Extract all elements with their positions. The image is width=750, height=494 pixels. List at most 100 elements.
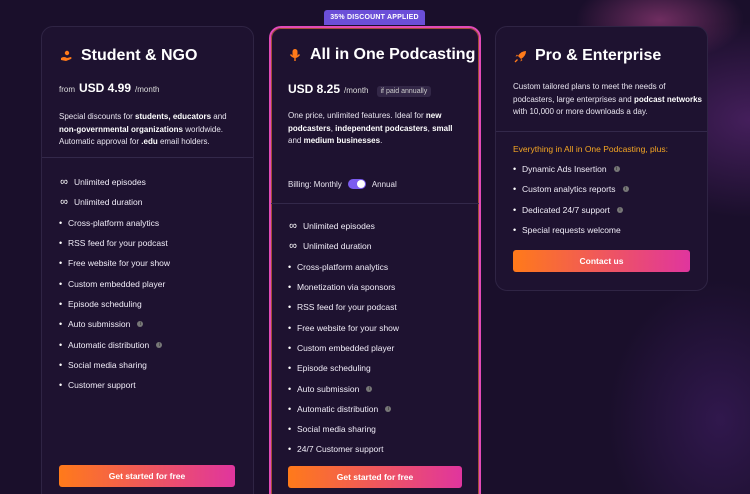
bullet-icon: • [288, 363, 292, 374]
feature-item: • Free website for your show [59, 253, 170, 273]
feature-item: • Automatic distribution i [288, 399, 399, 419]
feature-item: • Automatic distribution i [59, 334, 170, 354]
feature-label: Unlimited duration [303, 241, 372, 252]
plan-price: USD 8.25 /month if paid annually [288, 82, 432, 97]
feature-label: RSS feed for your podcast [297, 302, 397, 313]
feature-item: • Social media sharing [288, 419, 399, 439]
feature-label: Dedicated 24/7 support [522, 204, 610, 215]
feature-item: ∞ Unlimited duration [59, 192, 170, 212]
plan-card-student: Student & NGO from USD 4.99 /month Speci… [41, 26, 254, 494]
feature-item: • Dedicated 24/7 support i [513, 200, 629, 220]
price-period: /month [344, 86, 369, 95]
feature-label: Free website for your show [297, 322, 400, 333]
feature-label: Episode scheduling [68, 298, 142, 309]
bullet-icon: • [288, 282, 292, 293]
info-icon[interactable]: i [622, 186, 629, 193]
feature-list: ∞ Unlimited episodes ∞ Unlimited duration • C… [59, 172, 170, 395]
bullet-icon: • [59, 359, 63, 370]
feature-item: ∞ Unlimited duration [288, 236, 399, 256]
feature-item: • Episode scheduling [288, 358, 399, 378]
plan-title: All in One Podcasting [310, 46, 476, 63]
feature-label: Auto submission [68, 319, 131, 330]
feature-item: • 24/7 Customer support [288, 439, 399, 459]
hand-heart-icon [59, 49, 73, 63]
feature-label: Social media sharing [68, 359, 147, 370]
bullet-icon: • [288, 403, 292, 414]
info-icon[interactable]: i [616, 206, 623, 213]
feature-item: • Dynamic Ads Insertion i [513, 159, 629, 179]
price-period: /month [135, 85, 160, 94]
info-icon[interactable]: i [613, 166, 620, 173]
paid-annually-tag: if paid annually [376, 86, 432, 97]
feature-label: Auto submission [297, 383, 360, 394]
bullet-icon: • [288, 444, 292, 455]
feature-label: Automatic distribution [68, 339, 150, 350]
bullet-icon: • [288, 261, 292, 272]
bullet-icon: • [513, 204, 517, 215]
microphone-icon [288, 48, 302, 62]
get-started-button[interactable]: Get started for free [59, 465, 235, 487]
billing-annual-label: Annual [371, 179, 397, 189]
bullet-icon: • [59, 278, 63, 289]
feature-label: Cross-platform analytics [297, 261, 389, 272]
plus-features-heading: Everything in All in One Podcasting, plu… [513, 144, 668, 154]
billing-toggle[interactable] [347, 179, 366, 189]
feature-label: Unlimited episodes [74, 177, 146, 188]
bullet-icon: • [288, 342, 292, 353]
infinity-icon: ∞ [60, 176, 68, 189]
feature-label: Custom analytics reports [522, 184, 616, 195]
feature-label: Free website for your show [68, 258, 171, 269]
info-icon[interactable]: i [366, 385, 373, 392]
feature-item: • Custom embedded player [288, 338, 399, 358]
plan-description: Special discounts for students, educator… [59, 112, 227, 146]
feature-item: • Social media sharing [59, 355, 170, 375]
contact-us-button[interactable]: Contact us [513, 250, 690, 272]
discount-badge: 35% DISCOUNT APPLIED [324, 10, 425, 25]
feature-list: ∞ Unlimited episodes ∞ Unlimited duration • C… [288, 216, 399, 460]
feature-label: RSS feed for your podcast [68, 238, 168, 249]
billing-monthly-label: Billing: Monthly [288, 179, 342, 189]
info-icon[interactable]: i [156, 341, 163, 348]
feature-item: • Auto submission i [59, 314, 170, 334]
bullet-icon: • [513, 225, 517, 236]
feature-item: • Free website for your show [288, 317, 399, 337]
info-icon[interactable]: i [385, 405, 392, 412]
infinity-icon: ∞ [289, 220, 297, 233]
divider [271, 203, 479, 204]
infinity-icon: ∞ [289, 240, 297, 253]
bullet-icon: • [288, 383, 292, 394]
feature-item: • Cross-platform analytics [59, 213, 170, 233]
feature-label: Custom embedded player [68, 278, 166, 289]
bullet-icon: • [288, 302, 292, 313]
plan-title-row: Pro & Enterprise [513, 47, 661, 65]
infinity-icon: ∞ [60, 196, 68, 209]
feature-item: • Cross-platform analytics [288, 257, 399, 277]
plan-description: One price, unlimited features. Ideal for… [288, 111, 453, 145]
feature-item: • Special requests welcome [513, 220, 629, 240]
plan-title: Pro & Enterprise [535, 47, 662, 64]
bullet-icon: • [59, 380, 63, 391]
divider [42, 157, 253, 158]
feature-item: • RSS feed for your podcast [59, 233, 170, 253]
feature-label: Dynamic Ads Insertion [522, 164, 607, 175]
bullet-icon: • [59, 319, 63, 330]
bullet-icon: • [59, 258, 63, 269]
plan-title-row: Student & NGO [59, 47, 197, 65]
info-icon[interactable]: i [137, 321, 144, 328]
feature-item: • Auto submission i [288, 378, 399, 398]
get-started-button[interactable]: Get started for free [288, 466, 462, 488]
plan-title-row: All in One Podcasting [288, 46, 475, 64]
plan-price: from USD 4.99 /month [59, 81, 160, 95]
bullet-icon: • [59, 339, 63, 350]
feature-label: Episode scheduling [297, 363, 371, 374]
feature-label: Custom embedded player [297, 342, 395, 353]
plan-title: Student & NGO [81, 47, 198, 64]
feature-item: ∞ Unlimited episodes [288, 216, 399, 236]
feature-list: • Dynamic Ads Insertion i • Custom analytics… [513, 159, 629, 240]
feature-item: • Custom analytics reports i [513, 179, 629, 199]
plan-card-podcasting: All in One Podcasting USD 8.25 /month if… [269, 26, 481, 494]
bullet-icon: • [59, 298, 63, 309]
feature-label: Unlimited episodes [303, 221, 375, 232]
feature-item: ∞ Unlimited episodes [59, 172, 170, 192]
bullet-icon: • [59, 217, 63, 228]
